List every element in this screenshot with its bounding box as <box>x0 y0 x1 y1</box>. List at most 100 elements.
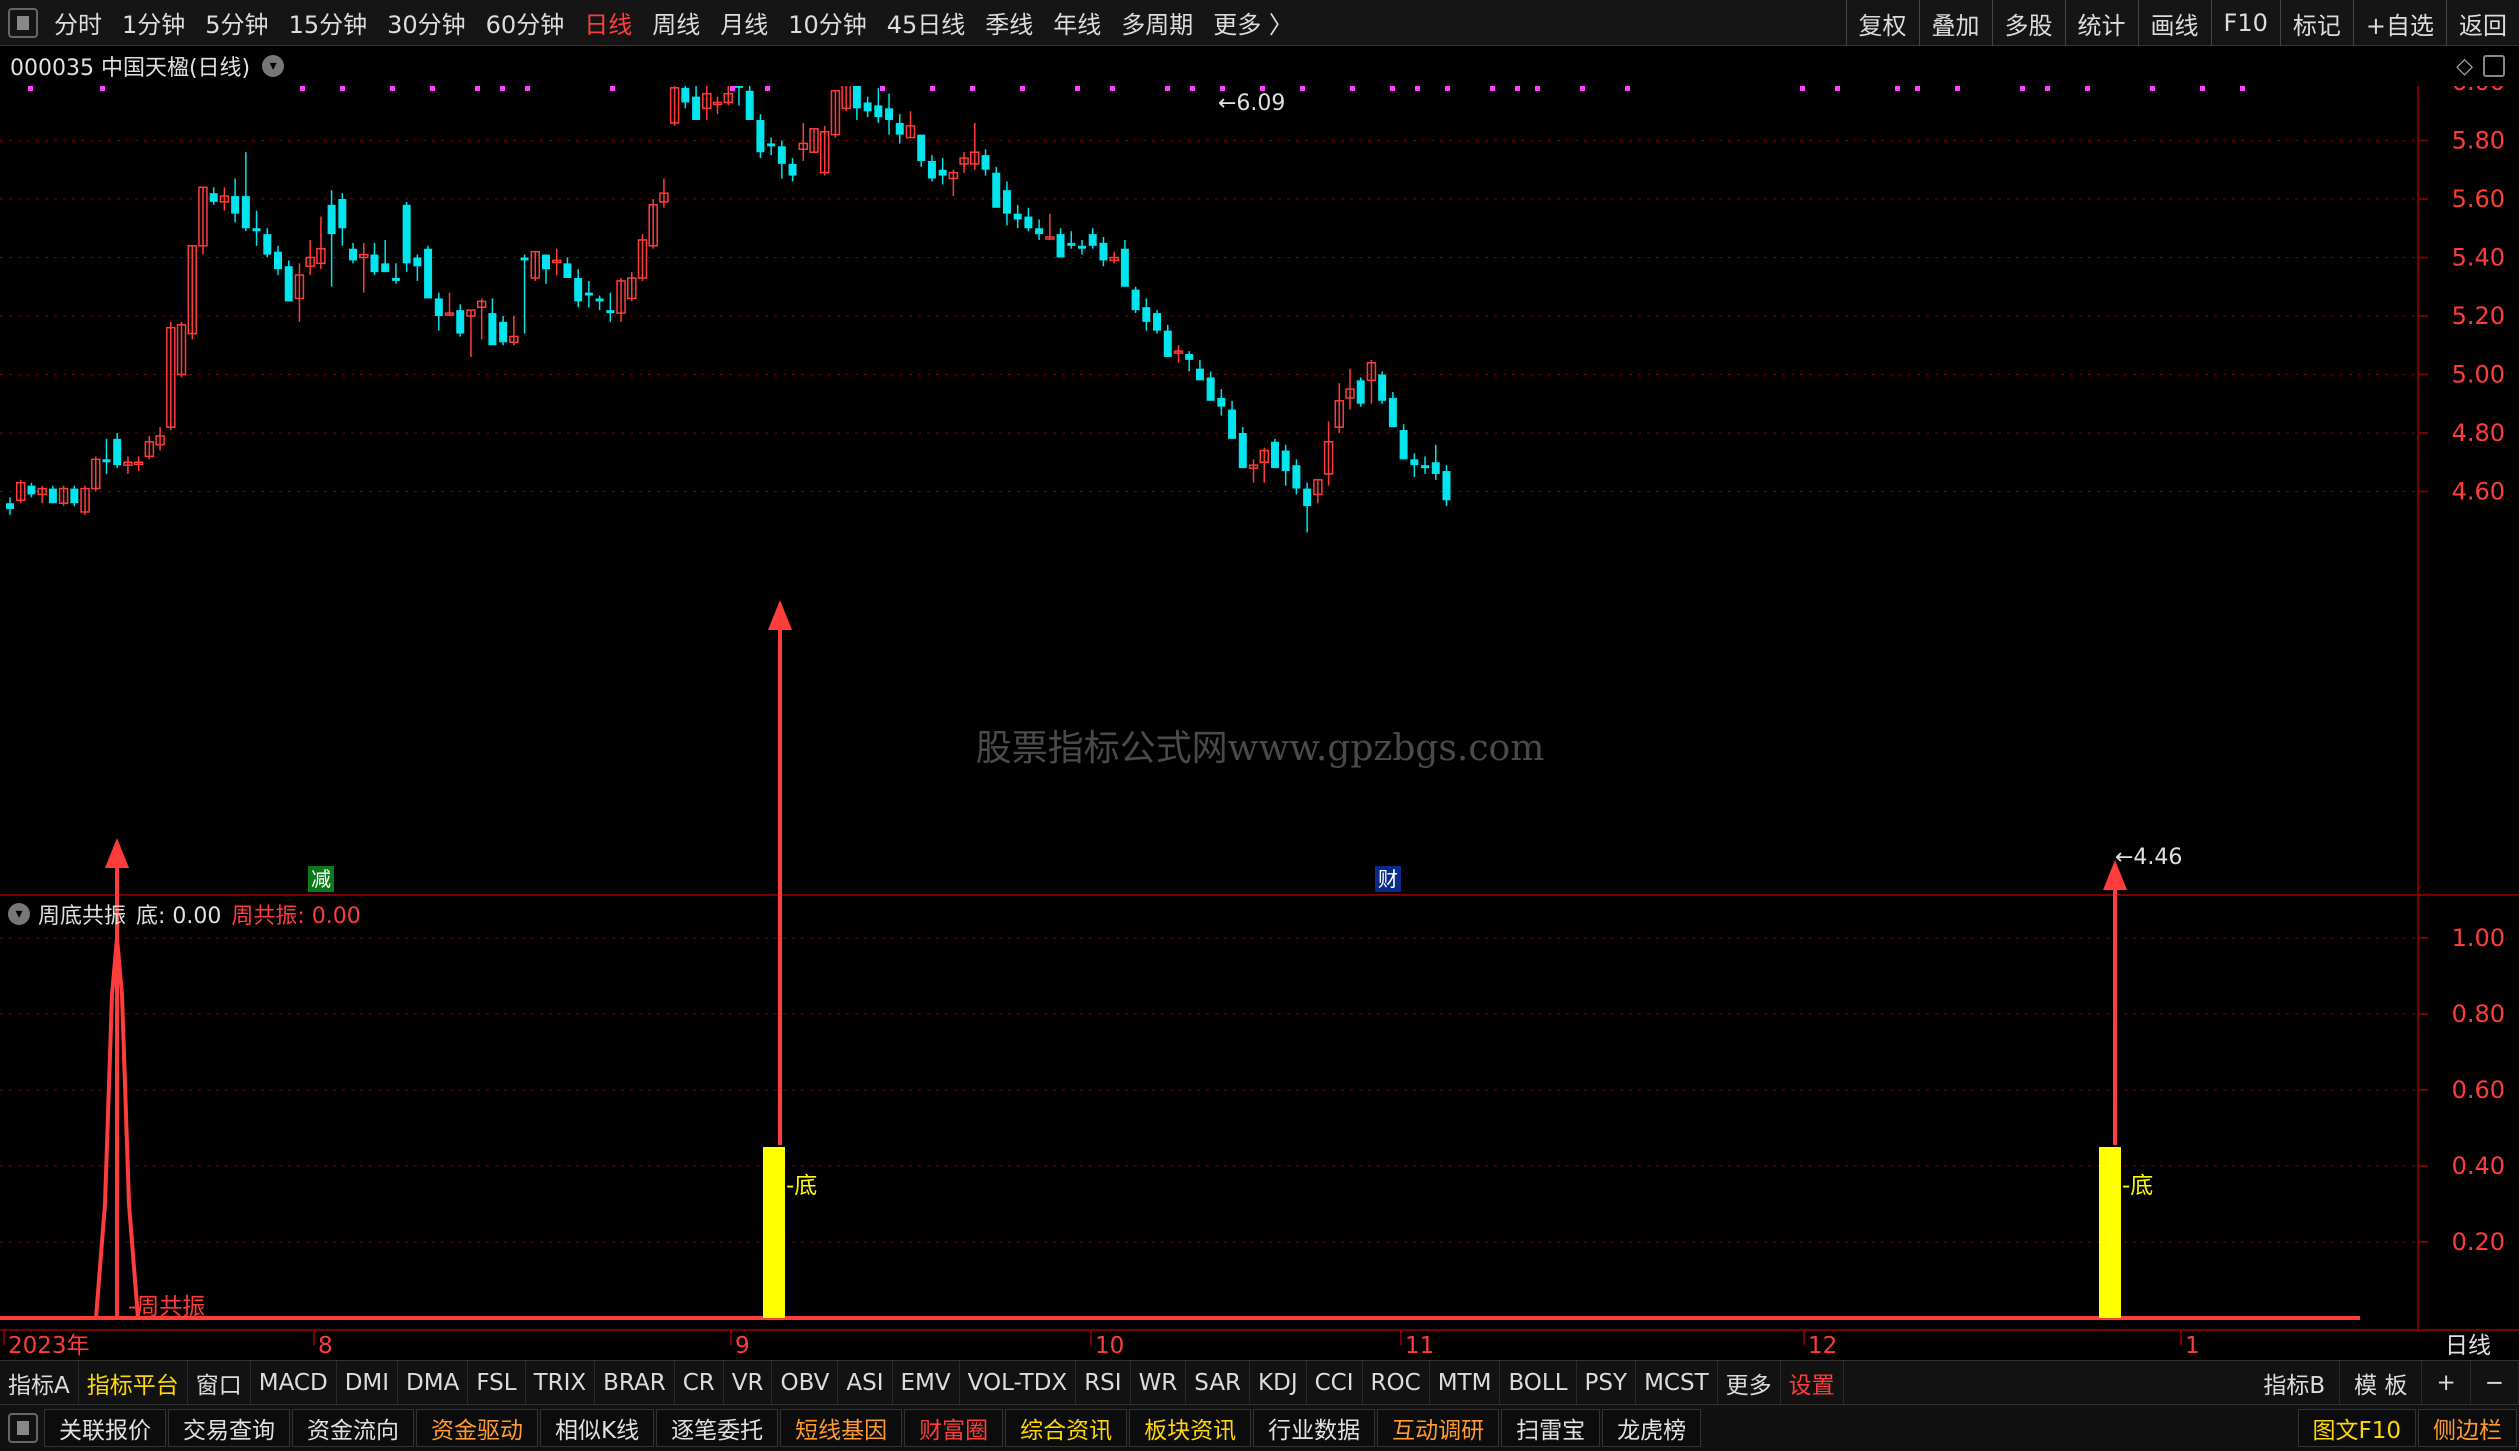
price-tick-label: 6.00 <box>2452 86 2505 96</box>
bottom-tab[interactable]: 互动调研 <box>1377 1409 1500 1447</box>
candle-body-down <box>1153 313 1162 331</box>
top-marker-dot <box>28 86 33 91</box>
kline-chart[interactable]: 6.00 5.80 5.60 5.40 5.20 5.00 4.80 4.60 1.00 0.80… <box>0 86 2519 1360</box>
diamond-icon[interactable]: ◇ <box>2456 54 2473 79</box>
indicator-tab[interactable]: VOL-TDX <box>960 1360 1077 1405</box>
bottom-tab[interactable]: 龙虎榜 <box>1602 1409 1702 1447</box>
period-tab[interactable]: 月线 <box>710 5 778 40</box>
indicator-name: 周底共振 <box>38 904 127 929</box>
indicator-tab[interactable]: DMI <box>337 1360 399 1405</box>
toolbar-button[interactable]: 统计 <box>2064 0 2138 46</box>
period-tab[interactable]: 1分钟 <box>112 5 195 40</box>
period-tab[interactable]: 日线 <box>574 5 642 40</box>
candle-body-down <box>1303 488 1312 507</box>
indicator-tab[interactable]: 指标A <box>0 1360 79 1405</box>
bottom-tab[interactable]: 综合资讯 <box>1005 1409 1128 1447</box>
candle-body-down <box>1431 462 1440 474</box>
indicator-tab[interactable]: 窗口 <box>188 1360 251 1405</box>
bottom-tab[interactable]: 行业数据 <box>1253 1409 1376 1447</box>
high-price-label: ←6.09 <box>1218 91 1285 116</box>
indicator-tab[interactable]: ASI <box>838 1360 893 1405</box>
top-marker-dot <box>2020 86 2025 91</box>
panel-toggle-icon[interactable] <box>8 1413 38 1443</box>
indicator-tab[interactable]: MACD <box>251 1360 337 1405</box>
indicator-tab[interactable]: BOLL <box>1500 1360 1577 1405</box>
toolbar-button[interactable]: 复权 <box>1845 0 1919 46</box>
indicator-tab[interactable]: VR <box>724 1360 773 1405</box>
toolbar-button[interactable]: F10 <box>2210 0 2280 46</box>
top-marker-dot <box>430 86 435 91</box>
indicator-tab-right[interactable]: − <box>2471 1361 2519 1405</box>
toolbar-button[interactable]: 返回 <box>2446 0 2519 46</box>
period-tab[interactable]: 更多 〉 <box>1203 5 1303 40</box>
bottom-tab[interactable]: 相似K线 <box>540 1409 655 1447</box>
chevron-down-icon[interactable]: ▾ <box>8 903 30 925</box>
period-tab[interactable]: 分时 <box>44 5 112 40</box>
chevron-down-icon[interactable]: ▾ <box>262 55 285 77</box>
bottom-tab-right[interactable]: 图文F10 <box>2297 1409 2416 1447</box>
indicator-tab-right[interactable]: + <box>2422 1361 2471 1405</box>
bottom-tab[interactable]: 关联报价 <box>44 1409 166 1447</box>
candle-body-down <box>1378 374 1387 401</box>
period-tab[interactable]: 多周期 <box>1111 5 1203 40</box>
time-label: 10 <box>1095 1333 1124 1359</box>
candle-body-down <box>70 488 79 504</box>
time-label: 1 <box>2185 1333 2200 1359</box>
candle-body-down <box>48 488 57 504</box>
indicator-tab[interactable]: MTM <box>1430 1360 1501 1405</box>
indicator-tab[interactable]: ROC <box>1363 1360 1430 1405</box>
period-tab[interactable]: 30分钟 <box>377 5 476 40</box>
indicator-tab[interactable]: BRAR <box>595 1360 675 1405</box>
indicator-tab-right[interactable]: 指标B <box>2249 1361 2341 1405</box>
period-tab[interactable]: 年线 <box>1043 5 1111 40</box>
period-tab[interactable]: 10分钟 <box>778 5 877 40</box>
indicator-tab[interactable]: SAR <box>1186 1360 1251 1405</box>
top-marker-dot <box>1800 86 1805 91</box>
candle-body-down <box>274 251 282 270</box>
indicator-tab[interactable]: EMV <box>893 1360 960 1405</box>
candle-body-down <box>1388 397 1397 428</box>
bottom-tab[interactable]: 资金驱动 <box>416 1409 538 1447</box>
bottom-tab[interactable]: 资金流向 <box>292 1409 414 1447</box>
period-tab[interactable]: 5分钟 <box>195 5 278 40</box>
period-tab[interactable]: 周线 <box>642 5 710 40</box>
indicator-tab[interactable]: PSY <box>1577 1360 1637 1405</box>
indicator-tab[interactable]: 设置 <box>1781 1360 1844 1405</box>
indicator-tab[interactable]: CR <box>675 1360 724 1405</box>
indicator-tab[interactable]: OBV <box>772 1360 839 1405</box>
indicator-tab[interactable]: TRIX <box>526 1360 596 1405</box>
indicator-tab[interactable]: RSI <box>1076 1360 1131 1405</box>
bottom-tab[interactable]: 扫雷宝 <box>1501 1409 1601 1447</box>
low-price-label: ←4.46 <box>2115 845 2182 870</box>
indicator-tab-right[interactable]: 模 板 <box>2340 1361 2423 1405</box>
toolbar-button[interactable]: 多股 <box>1991 0 2065 46</box>
candle-body-down <box>895 122 904 135</box>
period-tab[interactable]: 15分钟 <box>279 5 378 40</box>
bottom-tab[interactable]: 交易查询 <box>168 1409 290 1447</box>
indicator-tab[interactable]: WR <box>1131 1360 1187 1405</box>
bottom-tab[interactable]: 短线基因 <box>780 1409 903 1447</box>
indicator-tab[interactable]: CCI <box>1307 1360 1363 1405</box>
indicator-tab[interactable]: 更多 <box>1718 1360 1781 1405</box>
toolbar-button[interactable]: +自选 <box>2352 0 2446 46</box>
layout-toggle-icon[interactable] <box>8 7 38 38</box>
period-tab[interactable]: 60分钟 <box>476 5 575 40</box>
indicator-tab[interactable]: KDJ <box>1250 1360 1307 1405</box>
top-marker-dot <box>500 86 505 91</box>
window-restore-icon[interactable] <box>2483 55 2505 77</box>
indicator-tab[interactable]: MCST <box>1636 1360 1718 1405</box>
bottom-tab-right[interactable]: 侧边栏 <box>2418 1409 2517 1447</box>
bottom-tab[interactable]: 逐笔委托 <box>656 1409 779 1447</box>
candle-body-down <box>1399 430 1408 460</box>
toolbar-button[interactable]: 叠加 <box>1918 0 1992 46</box>
toolbar-button[interactable]: 标记 <box>2279 0 2353 46</box>
toolbar-button[interactable]: 画线 <box>2137 0 2211 46</box>
period-tab[interactable]: 季线 <box>975 5 1043 40</box>
period-tab[interactable]: 45日线 <box>877 5 976 40</box>
indicator-tab[interactable]: 指标平台 <box>79 1360 188 1405</box>
indicator-header: ▾ 周底共振 底: 0.00 周共振: 0.00 <box>0 896 361 932</box>
bottom-tab[interactable]: 财富圈 <box>904 1409 1004 1447</box>
indicator-tab[interactable]: DMA <box>398 1360 469 1405</box>
bottom-tab[interactable]: 板块资讯 <box>1129 1409 1252 1447</box>
indicator-tab[interactable]: FSL <box>468 1360 526 1405</box>
